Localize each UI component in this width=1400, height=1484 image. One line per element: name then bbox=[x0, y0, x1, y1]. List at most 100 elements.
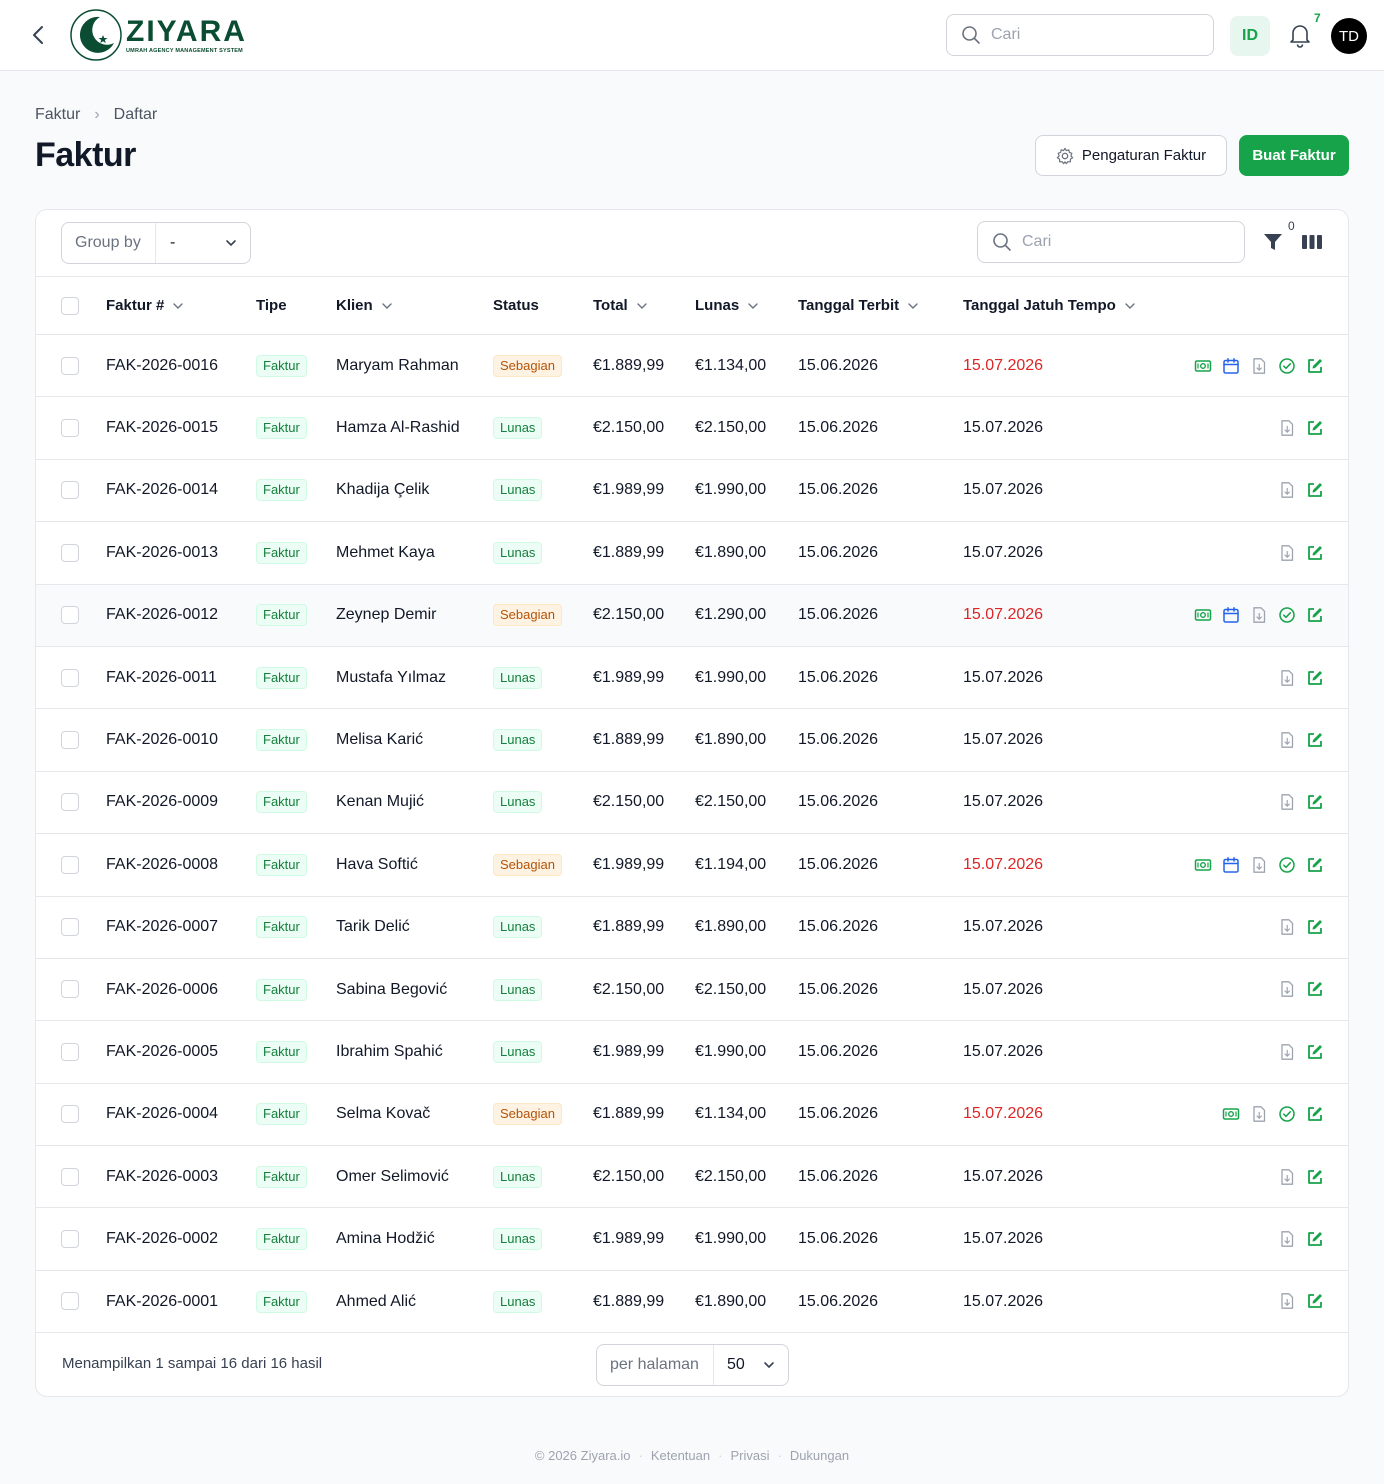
invoice-number[interactable]: FAK-2026-0001 bbox=[106, 1270, 256, 1332]
row-checkbox[interactable] bbox=[61, 1292, 79, 1311]
app-logo[interactable]: ZIYARA UMRAH AGENCY MANAGEMENT SYSTEM bbox=[70, 9, 247, 61]
invoice-number[interactable]: FAK-2026-0004 bbox=[106, 1083, 256, 1145]
footer-link-privasi[interactable]: Privasi bbox=[730, 1448, 769, 1463]
row-checkbox[interactable] bbox=[61, 481, 79, 500]
column-header-lunas[interactable]: Lunas bbox=[695, 277, 798, 335]
row-checkbox[interactable] bbox=[61, 855, 79, 874]
file-download-icon[interactable] bbox=[1250, 1105, 1268, 1123]
table-row[interactable]: FAK-2026-0016 Faktur Maryam Rahman Sebag… bbox=[36, 335, 1348, 397]
table-search[interactable] bbox=[977, 221, 1245, 263]
create-invoice-button[interactable]: Buat Faktur bbox=[1239, 135, 1349, 176]
file-download-icon[interactable] bbox=[1278, 1168, 1296, 1186]
row-checkbox[interactable] bbox=[61, 980, 79, 999]
check-circle-icon[interactable] bbox=[1278, 1105, 1296, 1123]
table-row[interactable]: FAK-2026-0003 Faktur Omer Selimović Luna… bbox=[36, 1146, 1348, 1208]
edit-icon[interactable] bbox=[1306, 1105, 1324, 1123]
edit-icon[interactable] bbox=[1306, 1043, 1324, 1061]
table-row[interactable]: FAK-2026-0009 Faktur Kenan Mujić Lunas €… bbox=[36, 771, 1348, 834]
edit-icon[interactable] bbox=[1306, 606, 1324, 624]
edit-icon[interactable] bbox=[1306, 357, 1324, 375]
language-switcher[interactable]: ID bbox=[1230, 16, 1270, 56]
row-checkbox[interactable] bbox=[61, 1042, 79, 1061]
row-checkbox[interactable] bbox=[61, 793, 79, 812]
file-download-icon[interactable] bbox=[1278, 1292, 1296, 1310]
column-header-tanggal-terbit[interactable]: Tanggal Terbit bbox=[798, 277, 963, 335]
table-row[interactable]: FAK-2026-0007 Faktur Tarik Delić Lunas €… bbox=[36, 896, 1348, 959]
row-checkbox[interactable] bbox=[61, 1105, 79, 1124]
row-checkbox[interactable] bbox=[61, 730, 79, 749]
edit-icon[interactable] bbox=[1306, 918, 1324, 936]
invoice-number[interactable]: FAK-2026-0008 bbox=[106, 834, 256, 896]
calendar-icon[interactable] bbox=[1222, 856, 1240, 874]
footer-link-ketentuan[interactable]: Ketentuan bbox=[651, 1448, 710, 1463]
file-download-icon[interactable] bbox=[1250, 606, 1268, 624]
file-download-icon[interactable] bbox=[1278, 1043, 1296, 1061]
invoice-number[interactable]: FAK-2026-0012 bbox=[106, 584, 256, 646]
global-search-input[interactable] bbox=[991, 26, 1191, 44]
table-row[interactable]: FAK-2026-0015 Faktur Hamza Al-Rashid Lun… bbox=[36, 397, 1348, 460]
scrollbar[interactable] bbox=[1384, 0, 1400, 1484]
row-checkbox[interactable] bbox=[61, 1230, 79, 1249]
invoice-number[interactable]: FAK-2026-0007 bbox=[106, 896, 256, 958]
payment-icon[interactable] bbox=[1194, 357, 1212, 375]
file-download-icon[interactable] bbox=[1278, 419, 1296, 437]
invoice-number[interactable]: FAK-2026-0006 bbox=[106, 958, 256, 1020]
invoice-number[interactable]: FAK-2026-0010 bbox=[106, 709, 256, 771]
file-download-icon[interactable] bbox=[1278, 918, 1296, 936]
edit-icon[interactable] bbox=[1306, 731, 1324, 749]
file-download-icon[interactable] bbox=[1250, 357, 1268, 375]
edit-icon[interactable] bbox=[1306, 544, 1324, 562]
table-row[interactable]: FAK-2026-0012 Faktur Zeynep Demir Sebagi… bbox=[36, 584, 1348, 647]
global-search[interactable] bbox=[946, 14, 1214, 56]
per-page-select[interactable]: per halaman 50 bbox=[596, 1344, 789, 1386]
table-row[interactable]: FAK-2026-0004 Faktur Selma Kovač Sebagia… bbox=[36, 1083, 1348, 1146]
invoice-number[interactable]: FAK-2026-0015 bbox=[106, 397, 256, 459]
column-header-total[interactable]: Total bbox=[593, 277, 695, 335]
file-download-icon[interactable] bbox=[1250, 856, 1268, 874]
columns-icon[interactable] bbox=[1301, 233, 1323, 251]
invoice-number[interactable]: FAK-2026-0009 bbox=[106, 771, 256, 833]
invoice-number[interactable]: FAK-2026-0014 bbox=[106, 459, 256, 521]
table-row[interactable]: FAK-2026-0013 Faktur Mehmet Kaya Lunas €… bbox=[36, 522, 1348, 585]
file-download-icon[interactable] bbox=[1278, 731, 1296, 749]
table-row[interactable]: FAK-2026-0001 Faktur Ahmed Alić Lunas €1… bbox=[36, 1270, 1348, 1333]
user-avatar[interactable]: TD bbox=[1331, 18, 1367, 54]
group-by-value[interactable]: - bbox=[156, 234, 250, 252]
filter-icon[interactable] bbox=[1262, 231, 1284, 253]
row-checkbox[interactable] bbox=[61, 606, 79, 625]
table-row[interactable]: FAK-2026-0006 Faktur Sabina Begović Luna… bbox=[36, 958, 1348, 1021]
per-page-value[interactable]: 50 bbox=[714, 1356, 788, 1374]
file-download-icon[interactable] bbox=[1278, 544, 1296, 562]
file-download-icon[interactable] bbox=[1278, 980, 1296, 998]
column-header-tanggal-jatuh-tempo[interactable]: Tanggal Jatuh Tempo bbox=[963, 277, 1163, 335]
table-row[interactable]: FAK-2026-0011 Faktur Mustafa Yılmaz Luna… bbox=[36, 646, 1348, 709]
invoice-number[interactable]: FAK-2026-0003 bbox=[106, 1146, 256, 1208]
invoice-number[interactable]: FAK-2026-0005 bbox=[106, 1021, 256, 1083]
payment-icon[interactable] bbox=[1194, 606, 1212, 624]
invoice-number[interactable]: FAK-2026-0011 bbox=[106, 646, 256, 708]
edit-icon[interactable] bbox=[1306, 1168, 1324, 1186]
row-checkbox[interactable] bbox=[61, 543, 79, 562]
table-row[interactable]: FAK-2026-0010 Faktur Melisa Karić Lunas … bbox=[36, 709, 1348, 772]
column-header-klien[interactable]: Klien bbox=[336, 277, 493, 335]
edit-icon[interactable] bbox=[1306, 980, 1324, 998]
edit-icon[interactable] bbox=[1306, 481, 1324, 499]
table-search-input[interactable] bbox=[1022, 233, 1222, 251]
table-row[interactable]: FAK-2026-0005 Faktur Ibrahim Spahić Luna… bbox=[36, 1021, 1348, 1084]
edit-icon[interactable] bbox=[1306, 669, 1324, 687]
file-download-icon[interactable] bbox=[1278, 1230, 1296, 1248]
check-circle-icon[interactable] bbox=[1278, 357, 1296, 375]
row-checkbox[interactable] bbox=[61, 1167, 79, 1186]
table-row[interactable]: FAK-2026-0002 Faktur Amina Hodžić Lunas … bbox=[36, 1208, 1348, 1271]
back-arrow-icon[interactable] bbox=[26, 22, 50, 48]
calendar-icon[interactable] bbox=[1222, 606, 1240, 624]
table-row[interactable]: FAK-2026-0014 Faktur Khadija Çelik Lunas… bbox=[36, 459, 1348, 522]
invoice-settings-button[interactable]: Pengaturan Faktur bbox=[1035, 135, 1227, 176]
row-checkbox[interactable] bbox=[61, 668, 79, 687]
row-checkbox[interactable] bbox=[61, 356, 79, 375]
file-download-icon[interactable] bbox=[1278, 793, 1296, 811]
file-download-icon[interactable] bbox=[1278, 669, 1296, 687]
check-circle-icon[interactable] bbox=[1278, 606, 1296, 624]
check-circle-icon[interactable] bbox=[1278, 856, 1296, 874]
bell-icon[interactable] bbox=[1287, 22, 1313, 48]
